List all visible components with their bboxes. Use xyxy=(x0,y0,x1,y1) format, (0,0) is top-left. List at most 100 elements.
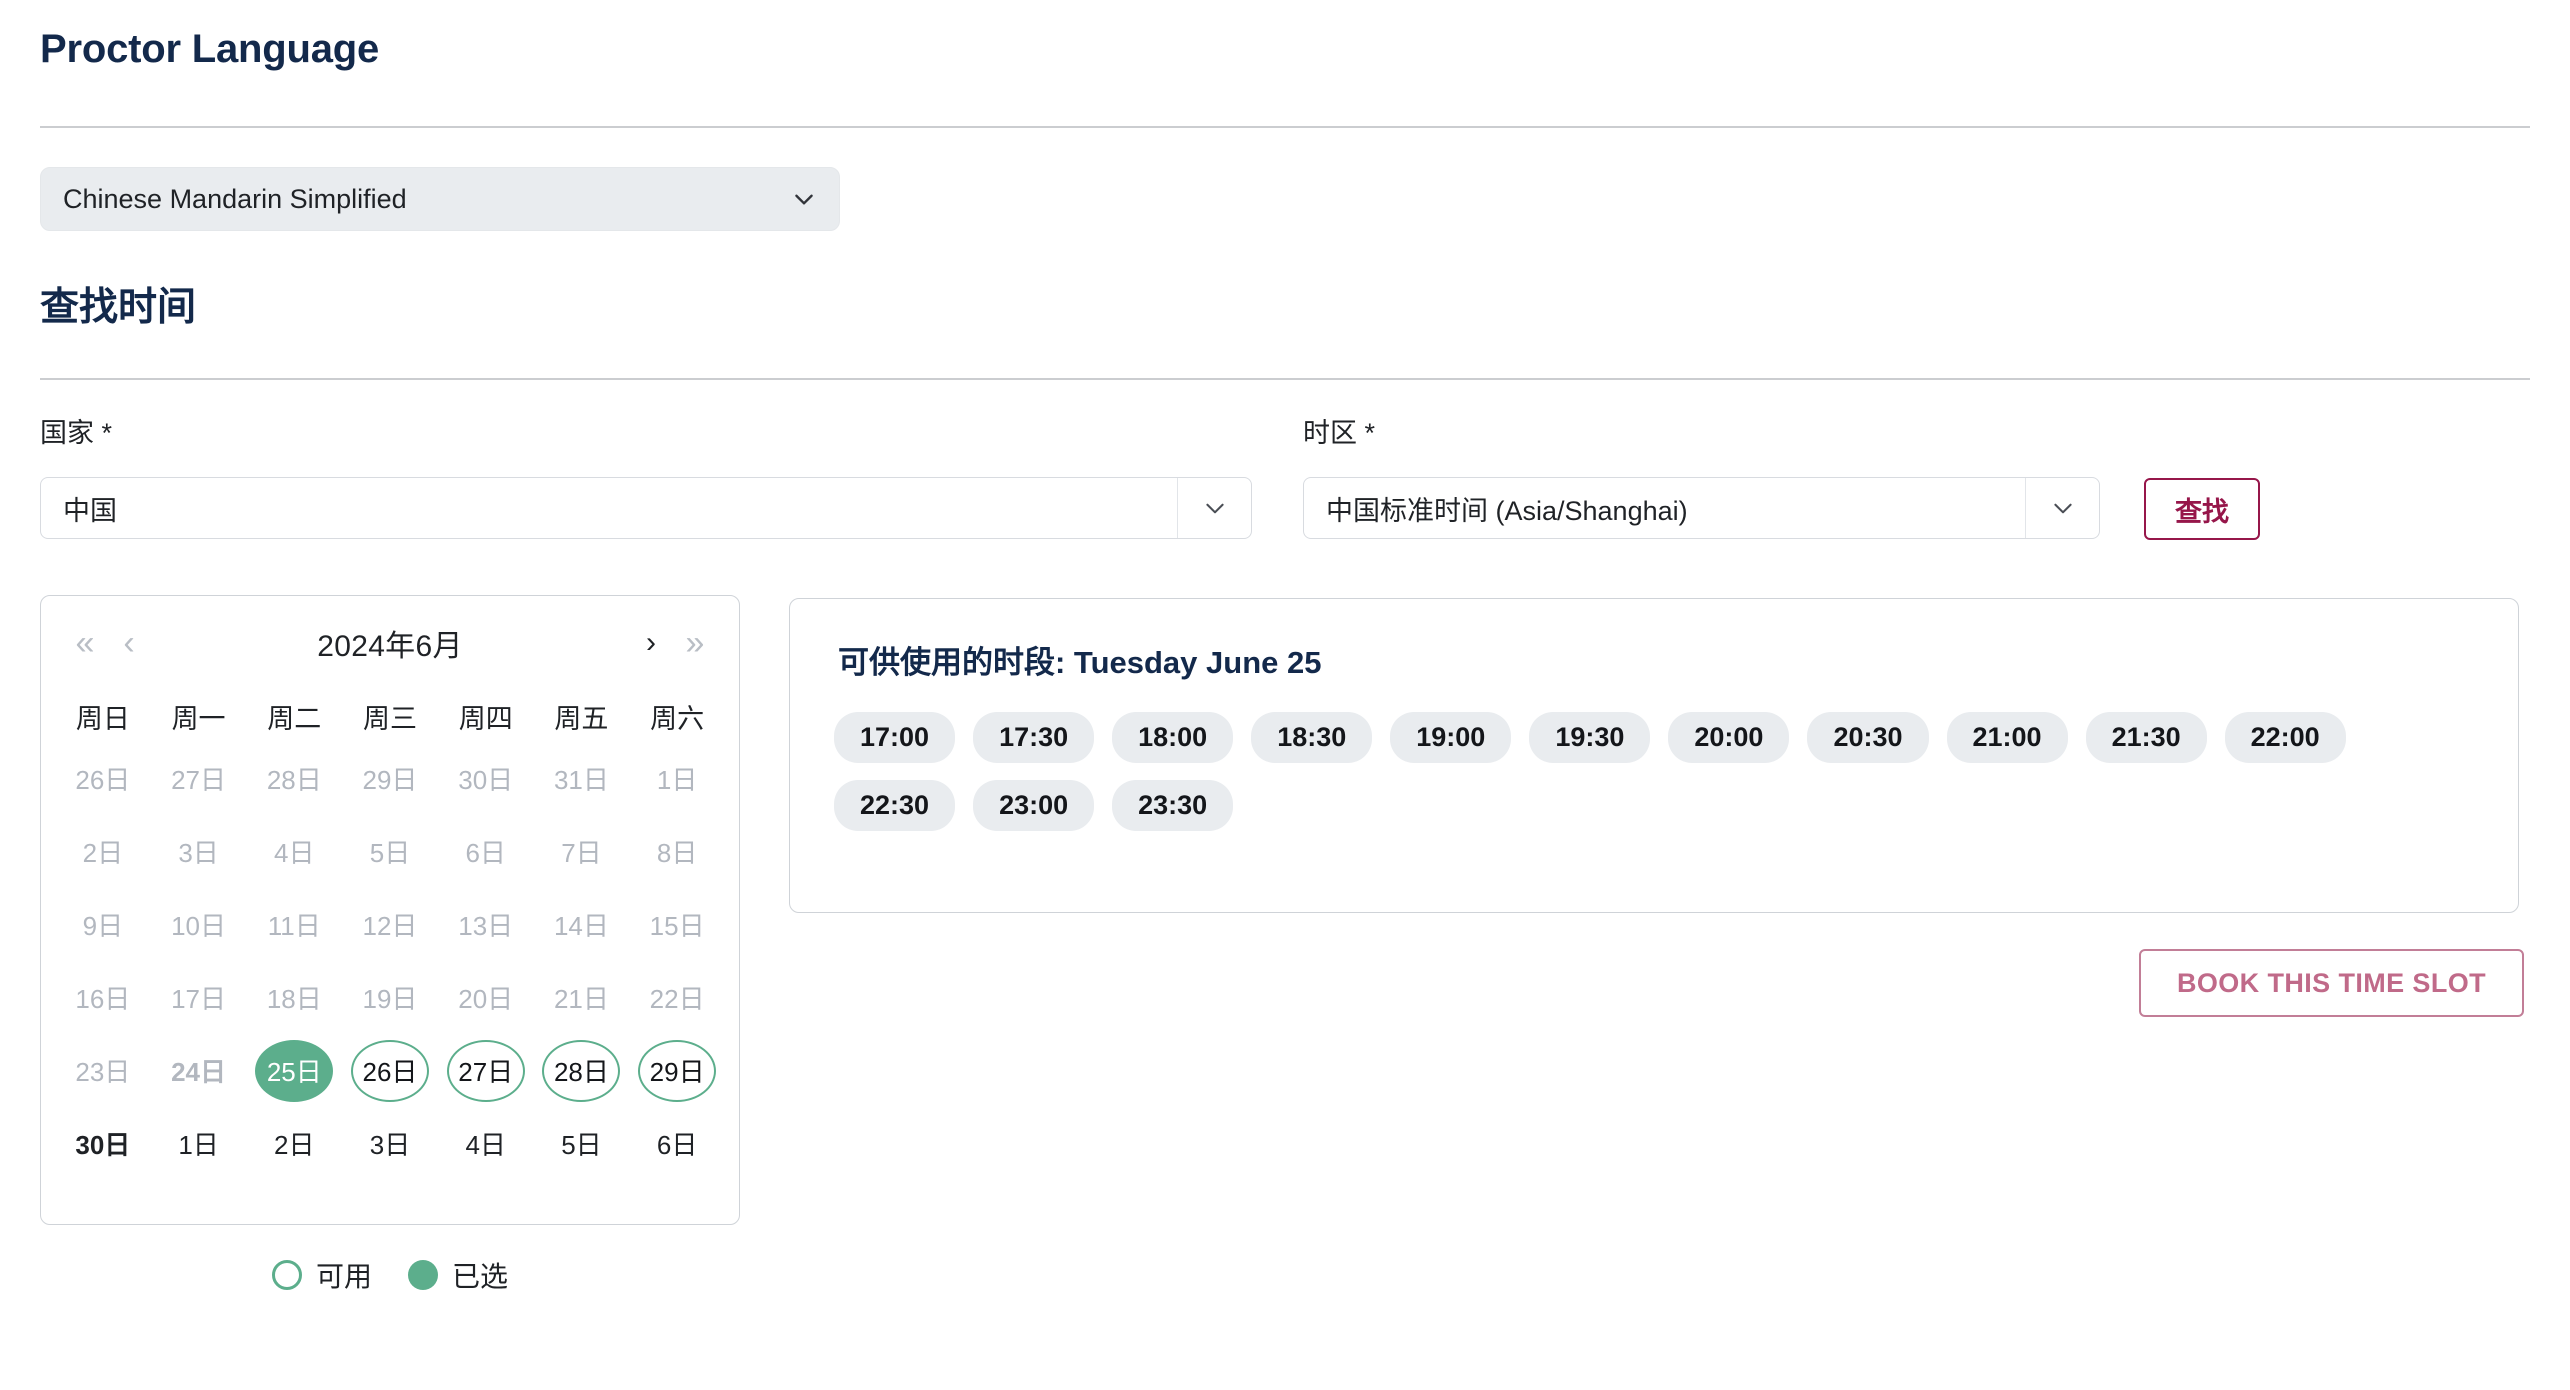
time-slot-button[interactable]: 20:00 xyxy=(1668,712,1790,763)
calendar-day-muted: 22日 xyxy=(649,984,705,1014)
calendar-day-normal: 5日 xyxy=(561,1130,602,1160)
calendar-cell: 25日 xyxy=(246,1034,342,1107)
calendar-cell: 6日 xyxy=(629,1107,725,1180)
time-slot-button[interactable]: 17:30 xyxy=(973,712,1095,763)
calendar-cell: 27日 xyxy=(438,1034,534,1107)
calendar-month-title: 2024年6月 xyxy=(317,630,463,663)
calendar-day-available[interactable]: 26日 xyxy=(350,1039,429,1102)
calendar-cell: 7日 xyxy=(534,815,630,888)
calendar-day-muted: 20日 xyxy=(458,984,514,1014)
calendar-first-year-button[interactable]: « xyxy=(63,626,107,660)
available-slots-title: 可供使用的时段: Tuesday June 25 xyxy=(838,645,1322,680)
calendar-cell: 17日 xyxy=(151,961,247,1034)
calendar-weekday: 周六 xyxy=(650,703,705,734)
available-slots-panel: 可供使用的时段: Tuesday June 25 17:00 17:30 18:00… xyxy=(789,598,2519,913)
calendar-cell: 31日 xyxy=(534,742,630,815)
calendar-cell: 4日 xyxy=(438,1107,534,1180)
calendar-cell: 29日 xyxy=(342,742,438,815)
legend-item: 可用 xyxy=(271,1255,372,1295)
calendar-day-muted: 2日 xyxy=(82,838,124,868)
time-slot-button[interactable]: 22:30 xyxy=(834,780,956,831)
divider-top xyxy=(40,126,2530,128)
calendar-cell: 30日 xyxy=(438,742,534,815)
calendar-day-normal: 4日 xyxy=(465,1130,506,1160)
chevron-down-icon[interactable] xyxy=(2025,478,2099,538)
calendar-day-muted: 4日 xyxy=(274,838,315,868)
calendar-day-available[interactable]: 29日 xyxy=(638,1039,717,1102)
calendar-next-year-button[interactable]: » xyxy=(673,626,717,660)
time-slot-button[interactable]: 19:30 xyxy=(1529,712,1651,763)
calendar-day-available[interactable]: 27日 xyxy=(446,1039,525,1102)
calendar-prev-month-button[interactable]: ‹ xyxy=(107,626,151,660)
time-slot-button[interactable]: 23:00 xyxy=(973,780,1095,831)
calendar-weekday: 周四 xyxy=(458,703,513,734)
calendar-weekday: 周一 xyxy=(171,703,226,734)
calendar: « ‹ 2024年6月 › » 周日 周一 周二 周三 周四 周五 周六 26日 27日 28日… xyxy=(40,595,740,1225)
calendar-day-muted: 6日 xyxy=(465,838,506,868)
time-slot-button[interactable]: 23:30 xyxy=(1112,780,1234,831)
calendar-cell: 3日 xyxy=(342,1107,438,1180)
calendar-weekday-row: 周日 周一 周二 周三 周四 周五 周六 xyxy=(41,690,739,742)
calendar-day-muted: 27日 xyxy=(171,765,227,795)
proctor-scheduling-page: Proctor Language Chinese Mandarin Simpli… xyxy=(0,0,2570,1390)
calendar-day-available[interactable]: 28日 xyxy=(542,1039,621,1102)
calendar-cell: 26日 xyxy=(55,742,151,815)
timezone-select[interactable]: 中国标准时间 (Asia/Shanghai) xyxy=(1303,477,2100,539)
calendar-legend: 可用 已选 xyxy=(40,1255,740,1295)
calendar-day-muted: 30日 xyxy=(458,765,514,795)
calendar-day-muted: 16日 xyxy=(75,984,131,1014)
page-title: Proctor Language xyxy=(40,27,380,71)
divider-section xyxy=(40,378,2530,380)
legend-item: 已选 xyxy=(408,1255,508,1295)
calendar-day-muted: 8日 xyxy=(656,838,698,868)
calendar-day-normal: 6日 xyxy=(656,1130,698,1160)
time-slot-button[interactable]: 19:00 xyxy=(1390,712,1512,763)
calendar-day-normal: 1日 xyxy=(178,1130,219,1160)
calendar-cell: 10日 xyxy=(151,888,247,961)
section-title-find-time: 查找时间 xyxy=(40,286,197,329)
country-label: 国家 * xyxy=(40,418,113,448)
calendar-day-muted: 19日 xyxy=(362,984,418,1014)
calendar-day-muted: 26日 xyxy=(75,765,131,795)
circle-outline-icon xyxy=(271,1260,302,1290)
time-slot-button[interactable]: 20:30 xyxy=(1807,712,1929,763)
time-slot-button[interactable]: 17:00 xyxy=(834,712,956,763)
calendar-day-selected[interactable]: 25日 xyxy=(255,1039,334,1102)
chevron-down-icon[interactable] xyxy=(1177,478,1251,538)
calendar-cell: 8日 xyxy=(629,815,725,888)
calendar-day-muted: 11日 xyxy=(267,911,321,941)
search-button[interactable]: 查找 xyxy=(2144,478,2260,540)
calendar-cell: 11日 xyxy=(246,888,342,961)
book-this-time-slot-button[interactable]: BOOK THIS TIME SLOT xyxy=(2139,949,2524,1017)
calendar-day-muted: 9日 xyxy=(82,911,124,941)
calendar-cell: 2日 xyxy=(246,1107,342,1180)
calendar-cell: 23日 xyxy=(55,1034,151,1107)
calendar-cell: 26日 xyxy=(342,1034,438,1107)
calendar-day-muted: 21日 xyxy=(553,984,609,1014)
calendar-day-muted-bold: 24日 xyxy=(171,1057,227,1087)
calendar-cell: 29日 xyxy=(629,1034,725,1107)
proctor-language-select[interactable]: Chinese Mandarin Simplified xyxy=(40,167,840,231)
calendar-day-muted: 10日 xyxy=(171,911,227,941)
calendar-header: « ‹ 2024年6月 › » xyxy=(41,596,739,690)
time-slot-button[interactable]: 18:00 xyxy=(1112,712,1234,763)
time-slot-button[interactable]: 21:30 xyxy=(2085,712,2207,763)
calendar-day-muted: 1日 xyxy=(656,765,698,795)
calendar-day-normal: 3日 xyxy=(369,1130,411,1160)
calendar-cell: 9日 xyxy=(55,888,151,961)
calendar-cell: 19日 xyxy=(342,961,438,1034)
calendar-day-muted: 3日 xyxy=(178,838,219,868)
calendar-next-month-button[interactable]: › xyxy=(629,628,673,658)
time-slot-button[interactable]: 21:00 xyxy=(1946,712,2068,763)
country-select[interactable]: 中国 xyxy=(40,477,1252,539)
time-slot-list: 17:00 17:30 18:00 18:30 19:00 19:30 20:00 20:30… xyxy=(834,712,2474,831)
calendar-day-muted: 14日 xyxy=(553,911,609,941)
calendar-day-muted: 15日 xyxy=(649,911,705,941)
calendar-day-muted: 7日 xyxy=(561,838,602,868)
calendar-cell: 1日 xyxy=(151,1107,247,1180)
calendar-cell: 3日 xyxy=(151,815,247,888)
time-slot-button[interactable]: 18:30 xyxy=(1251,712,1373,763)
calendar-cell: 30日 xyxy=(55,1107,151,1180)
calendar-day-muted: 17日 xyxy=(171,984,227,1014)
time-slot-button[interactable]: 22:00 xyxy=(2224,712,2346,763)
